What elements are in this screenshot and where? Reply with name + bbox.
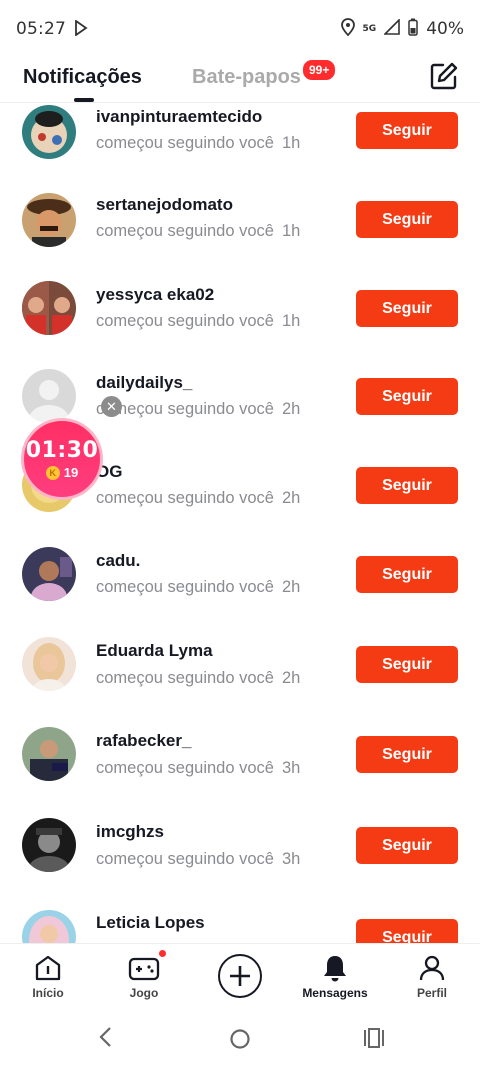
back-icon [99,1027,111,1047]
chats-badge: 99+ [301,58,338,82]
list-item[interactable]: imcghzs começou seguindo você 3h Seguir [0,818,480,908]
activity-text: começou seguindo você 1h [96,134,301,152]
close-timer-button[interactable]: ✕ [101,396,122,417]
network-type: 5G [362,24,377,34]
username[interactable]: Eduarda Lyma [96,641,213,661]
status-bar: 05:27 5G 40% [0,0,480,58]
coin-count: 19 [63,465,79,480]
system-nav-bar [0,1009,480,1066]
username[interactable]: Leticia Lopes [96,913,205,933]
nav-messages-label: Mensagens [302,986,368,1000]
status-time: 05:27 [16,19,66,39]
follow-button[interactable]: Seguir [356,378,458,415]
list-item[interactable]: ivanpinturaemtecido começou seguindo voc… [0,103,480,193]
username[interactable]: yessyca eka02 [96,285,214,305]
nav-profile-label: Perfil [416,986,447,1000]
activity-text: começou seguindo você 2h [96,669,301,687]
inbox-header: Notificações Bate-papos 99+ [0,58,480,102]
activity-text: começou seguindo você 2h [96,578,301,596]
bell-icon [324,956,346,982]
list-item[interactable]: Eduarda Lyma começou seguindo você 2h Seg… [0,637,480,727]
list-item[interactable]: cadu. começou seguindo você 2h Seguir [0,547,480,637]
bottom-nav: Início Jogo Mensagens Perfil [0,943,480,1009]
follow-button[interactable]: Seguir [356,556,458,593]
list-item[interactable]: yessyca eka02 começou seguindo você 1h Se… [0,281,480,371]
avatar[interactable] [22,637,76,691]
nav-home[interactable]: Início [8,954,88,1000]
avatar[interactable] [22,818,76,872]
battery-level: 40% [426,19,464,39]
nav-messages[interactable]: Mensagens [295,954,375,1000]
activity-text: começou seguindo você 3h [96,759,301,777]
username[interactable]: rafabecker_ [96,731,191,751]
home-system-button[interactable] [229,1028,251,1055]
follow-button[interactable]: Seguir [356,201,458,238]
avatar[interactable] [22,281,76,335]
avatar[interactable] [22,547,76,601]
username[interactable]: cadu. [96,551,140,571]
follow-button[interactable]: Seguir [356,646,458,683]
avatar[interactable] [22,193,76,247]
person-icon [419,955,445,981]
plus-icon [230,966,250,986]
activity-text: começou seguindo você 2h [96,400,301,418]
tab-chats[interactable]: Bate-papos [192,66,301,89]
nav-profile[interactable]: Perfil [392,954,472,1000]
home-icon [35,955,61,981]
nav-game-label: Jogo [129,986,159,1000]
avatar[interactable] [22,369,76,423]
game-notification-dot [159,950,166,957]
reward-timer-widget[interactable]: 01:30 K 19 [21,418,103,500]
signal-icon [383,17,401,40]
back-button[interactable] [98,1025,114,1054]
close-icon: ✕ [106,398,117,414]
list-item[interactable]: Leticia Lopes Seguir [0,908,480,943]
follow-button[interactable]: Seguir [356,919,458,943]
list-item[interactable]: sertanejodomato começou seguindo você 1h … [0,193,480,283]
status-indicators: 5G 40% [340,17,464,41]
create-button[interactable] [218,954,262,998]
follow-button[interactable]: Seguir [356,467,458,504]
username[interactable]: imcghzs [96,822,164,842]
tab-notifications[interactable]: Notificações [23,66,142,89]
timer-coins: K 19 [45,465,79,480]
coin-icon: K [45,465,60,480]
recents-button[interactable] [363,1028,385,1053]
list-item[interactable]: rafabecker_ começou seguindo você 3h Segu… [0,727,480,817]
compose-button[interactable] [430,62,458,90]
location-icon [340,17,355,41]
compose-icon [430,62,458,90]
nav-game[interactable]: Jogo [104,954,184,1000]
follow-button[interactable]: Seguir [356,827,458,864]
follow-button[interactable]: Seguir [356,290,458,327]
avatar[interactable] [22,105,76,159]
circle-icon [230,1029,250,1049]
activity-text: começou seguindo você 1h [96,222,301,240]
activity-text: começou seguindo você 2h [96,489,301,507]
play-store-icon [74,18,88,39]
notification-list[interactable]: ivanpinturaemtecido começou seguindo voc… [0,103,480,943]
follow-button[interactable]: Seguir [356,112,458,149]
nav-home-label: Início [32,986,64,1000]
recents-icon [364,1028,384,1048]
timer-countdown: 01:30 [25,438,99,463]
username[interactable]: ivanpinturaemtecido [96,107,262,127]
avatar[interactable] [22,727,76,781]
activity-text: começou seguindo você 3h [96,850,301,868]
username[interactable]: dailydailys_ [96,373,192,393]
activity-text: começou seguindo você 1h [96,312,301,330]
battery-icon [408,18,418,41]
follow-button[interactable]: Seguir [356,736,458,773]
gamepad-icon [128,957,160,981]
username[interactable]: sertanejodomato [96,195,233,215]
avatar[interactable] [22,910,76,943]
